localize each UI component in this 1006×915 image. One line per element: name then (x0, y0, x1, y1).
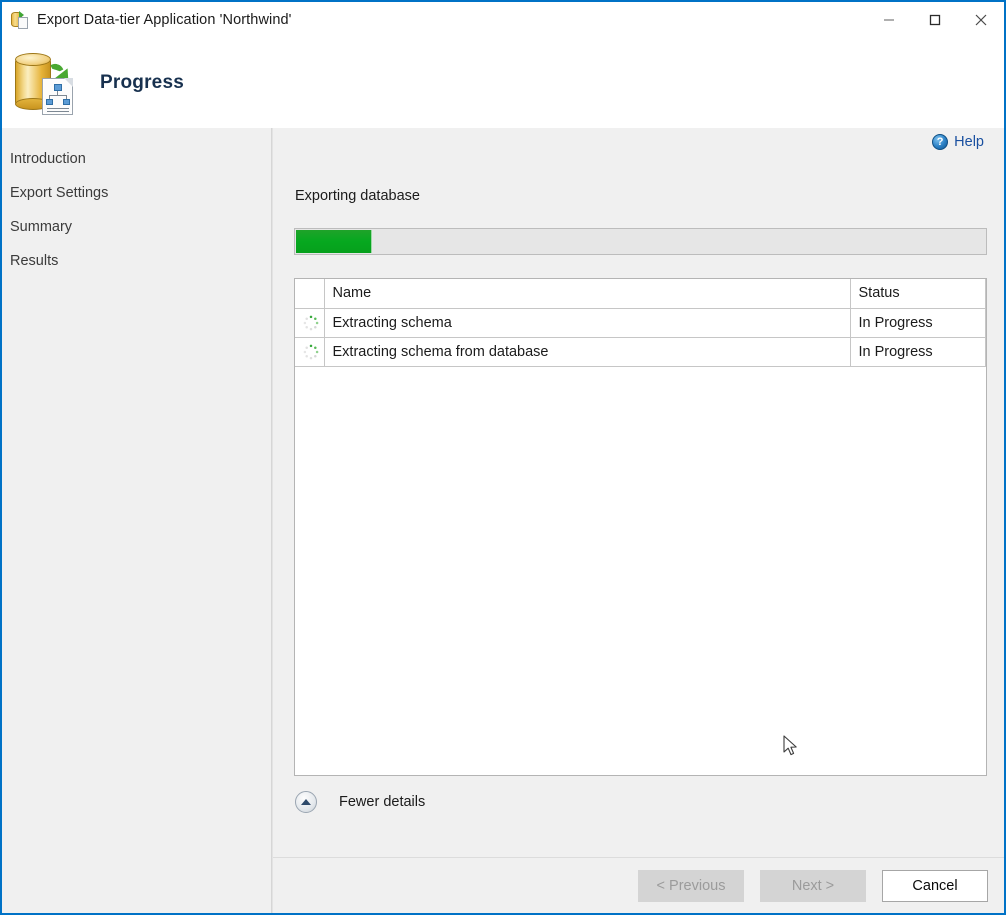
column-header-icon (295, 279, 325, 309)
minimize-icon (884, 19, 894, 21)
row-status-icon-cell (295, 337, 325, 367)
close-button[interactable] (958, 2, 1004, 38)
sidebar-item-summary[interactable]: Summary (2, 210, 271, 244)
help-link[interactable]: ? Help (932, 134, 984, 150)
window-controls (866, 2, 1004, 38)
minimize-button[interactable] (866, 2, 912, 38)
fewer-details-toggle[interactable]: Fewer details (295, 791, 425, 813)
page-header: Progress (2, 38, 1004, 128)
row-status-icon-cell (295, 308, 325, 338)
progress-bar (294, 228, 987, 255)
table-header-row: Name Status (295, 279, 986, 309)
dialog-footer: < Previous Next > Cancel (273, 857, 1004, 913)
wizard-steps-sidebar: Introduction Export Settings Summary Res… (2, 128, 272, 913)
maximize-button[interactable] (912, 2, 958, 38)
fewer-details-label: Fewer details (339, 794, 426, 810)
in-progress-spinner-icon (303, 344, 319, 359)
page-title: Progress (100, 72, 184, 93)
database-to-document-icon (12, 50, 78, 116)
row-name: Extracting schema (324, 308, 851, 338)
table-row[interactable]: Extracting schema from database In Progr… (295, 337, 986, 367)
row-name: Extracting schema from database (324, 337, 851, 367)
content-pane: ? Help Exporting database Name Status Ex… (272, 128, 1004, 913)
database-export-icon (10, 10, 30, 30)
help-question-icon: ? (932, 134, 949, 150)
row-status: In Progress (850, 308, 986, 338)
help-label: Help (954, 134, 984, 150)
row-status: In Progress (850, 337, 986, 367)
progress-bar-fill (296, 230, 372, 253)
maximize-icon (929, 14, 941, 26)
progress-detail-table: Name Status Extracting schema In Progres… (294, 278, 987, 776)
sidebar-item-introduction[interactable]: Introduction (2, 142, 271, 176)
cancel-button[interactable]: Cancel (882, 869, 988, 902)
table-row[interactable]: Extracting schema In Progress (295, 308, 986, 338)
title-bar: Export Data-tier Application 'Northwind' (2, 2, 1004, 38)
column-header-name: Name (324, 279, 851, 309)
previous-button[interactable]: < Previous (638, 869, 744, 902)
sidebar-item-export-settings[interactable]: Export Settings (2, 176, 271, 210)
progress-status-label: Exporting database (295, 188, 420, 204)
next-button[interactable]: Next > (760, 869, 866, 902)
column-header-status: Status (850, 279, 986, 309)
sidebar-item-results[interactable]: Results (2, 244, 271, 278)
export-data-tier-application-window: Export Data-tier Application 'Northwind' (0, 0, 1006, 915)
in-progress-spinner-icon (303, 315, 319, 330)
window-title: Export Data-tier Application 'Northwind' (37, 12, 292, 28)
body-area: Introduction Export Settings Summary Res… (2, 128, 1004, 913)
close-icon (975, 14, 987, 26)
chevron-up-icon (295, 791, 317, 813)
